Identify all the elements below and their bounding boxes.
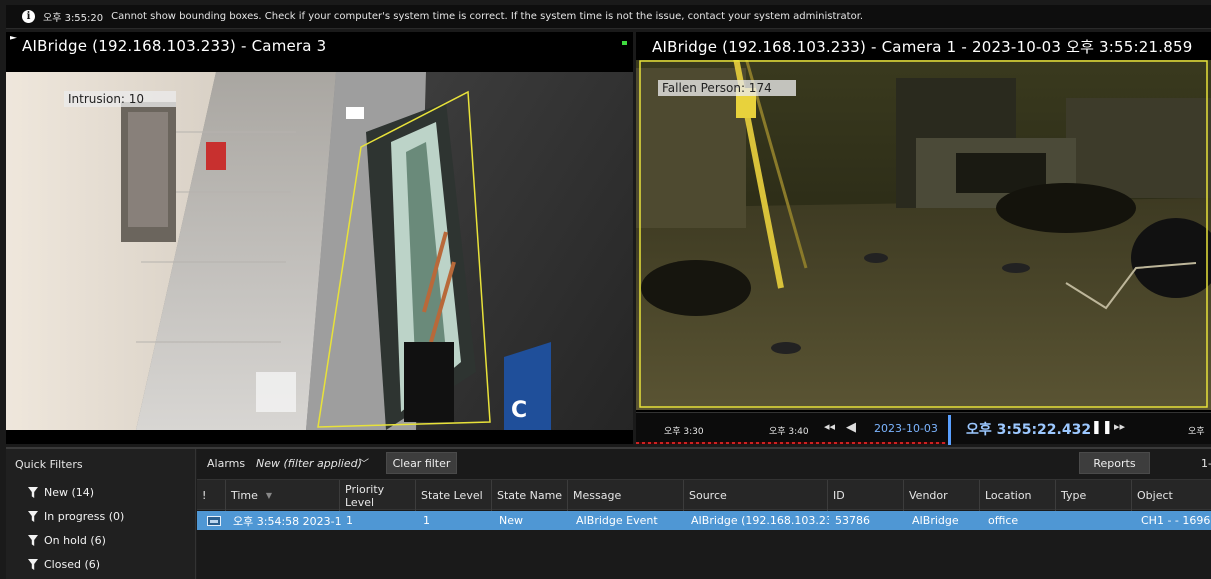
column-type[interactable]: Type (1055, 480, 1131, 511)
cell-id: 53786 (835, 514, 870, 527)
camera-view-right[interactable]: AIBridge (192.168.103.233) - Camera 1 - … (636, 32, 1211, 444)
camera-title-bar: AIBridge (192.168.103.233) - Camera 1 - … (636, 32, 1211, 60)
quick-filter-closed[interactable]: Closed (6) (28, 558, 100, 571)
alarm-row-icon (203, 511, 225, 530)
column-priority-level[interactable]: Priority Level (339, 480, 415, 511)
camera-title: AIBridge (192.168.103.233) - Camera 3 (22, 37, 327, 55)
timeline-tick: 오후 3:30 (664, 427, 704, 437)
notification-message: Cannot show bounding boxes. Check if you… (111, 11, 864, 22)
recording-indicator (636, 442, 946, 444)
camera-image (636, 58, 1211, 410)
cell-priority: 1 (346, 514, 353, 527)
timeline-date[interactable]: 2023-10-03 (874, 422, 938, 435)
quick-filter-label: Closed (6) (44, 558, 101, 571)
camera-title: AIBridge (192.168.103.233) - Camera 1 - … (652, 37, 1193, 56)
timeline-tick: 오후 3:40 (769, 427, 809, 437)
step-forward-icon[interactable]: ▸▸ (1114, 420, 1125, 433)
quick-filter-new[interactable]: New (14) (28, 486, 94, 499)
column-object[interactable]: Object (1131, 480, 1211, 511)
quick-filter-in-progress[interactable]: In progress (0) (28, 510, 124, 523)
flag-icon (10, 36, 17, 40)
column-label: Time (231, 489, 258, 502)
cell-message: AIBridge Event (576, 514, 658, 527)
cell-state-level: 1 (423, 514, 430, 527)
cell-vendor: AIBridge (912, 514, 959, 527)
cell-location: office (988, 514, 1019, 527)
fallen-person-label: Fallen Person: 174 (658, 80, 796, 96)
play-reverse-icon[interactable]: ◀ (846, 420, 856, 435)
reports-button[interactable]: Reports (1079, 452, 1150, 474)
camera-event-icon (207, 515, 221, 526)
column-state-name[interactable]: State Name (491, 480, 567, 511)
alarm-manager-panel: Quick Filters New (14) In progress (0) O… (6, 447, 1211, 579)
column-source[interactable]: Source (683, 480, 827, 511)
quick-filters-title: Quick Filters (15, 458, 83, 471)
quick-filters-panel: Quick Filters New (14) In progress (0) O… (6, 449, 196, 579)
quick-filter-label: On hold (6) (44, 534, 106, 547)
cell-time: 오후 3:54:58 2023-10 (233, 514, 341, 528)
cell-state-name: New (499, 514, 523, 527)
current-playback-time: 오후 3:55:22.432 (966, 422, 1092, 438)
filter-icon (28, 559, 38, 570)
svg-text:C: C (511, 398, 527, 423)
notification-time: 오후 3:55:20 (43, 13, 104, 24)
quick-filter-label: New (14) (44, 486, 95, 499)
alarm-toolbar: Alarms New (filter applied) ﹀ Clear filt… (197, 449, 1211, 478)
quick-filter-label: In progress (0) (44, 510, 125, 523)
filter-icon (28, 511, 38, 522)
timeline-tick: 오후 (1188, 427, 1205, 437)
column-time[interactable]: Time ▼ (225, 480, 339, 511)
column-message[interactable]: Message (567, 480, 683, 511)
quick-filter-on-hold[interactable]: On hold (6) (28, 534, 106, 547)
info-icon: i (22, 10, 35, 23)
cell-object: CH1 - - 16963 (1141, 514, 1211, 527)
alarms-label: Alarms (207, 457, 246, 470)
filter-selector[interactable]: New (filter applied) (256, 457, 362, 470)
camera-image: C (6, 72, 633, 430)
filter-icon (28, 535, 38, 546)
alarm-table-header: ! Time ▼ Priority Level State Level State… (197, 479, 1211, 511)
cell-type (1059, 511, 1133, 530)
page-indicator: 1- (1201, 457, 1211, 470)
chevron-down-icon[interactable]: ﹀ (359, 455, 369, 470)
playback-timeline[interactable]: 오후 3:30 오후 3:40 ◂◂ ◀ 2023-10-03 오후 3:55:… (636, 412, 1211, 445)
camera-view-left[interactable]: AIBridge (192.168.103.233) - Camera 3 C … (6, 32, 633, 444)
step-back-icon[interactable]: ◂◂ (824, 420, 835, 433)
column-vendor[interactable]: Vendor (903, 480, 979, 511)
column-priority-flag[interactable]: ! (197, 480, 225, 511)
clear-filter-button[interactable]: Clear filter (386, 452, 457, 474)
column-state-level[interactable]: State Level (415, 480, 491, 511)
intrusion-label: Intrusion: 10 (64, 91, 176, 107)
sort-down-icon: ▼ (265, 491, 273, 500)
smart-client-window: i 오후 3:55:20 Cannot show bounding boxes.… (0, 0, 1211, 579)
filter-icon (28, 487, 38, 498)
camera-title-bar: AIBridge (192.168.103.233) - Camera 3 (6, 32, 633, 60)
column-id[interactable]: ID (827, 480, 903, 511)
table-row[interactable]: 오후 3:54:58 2023-10 1 1 New AIBridge Even… (197, 511, 1211, 530)
pause-icon[interactable]: ❚❚ (1091, 420, 1113, 435)
cell-source: AIBridge (192.168.103.233) (691, 514, 829, 527)
live-indicator-icon (622, 41, 627, 45)
timeline-cursor[interactable] (948, 415, 951, 445)
notification-bar: i 오후 3:55:20 Cannot show bounding boxes.… (6, 5, 1211, 29)
alarm-list: Alarms New (filter applied) ﹀ Clear filt… (197, 449, 1211, 579)
column-location[interactable]: Location (979, 480, 1055, 511)
